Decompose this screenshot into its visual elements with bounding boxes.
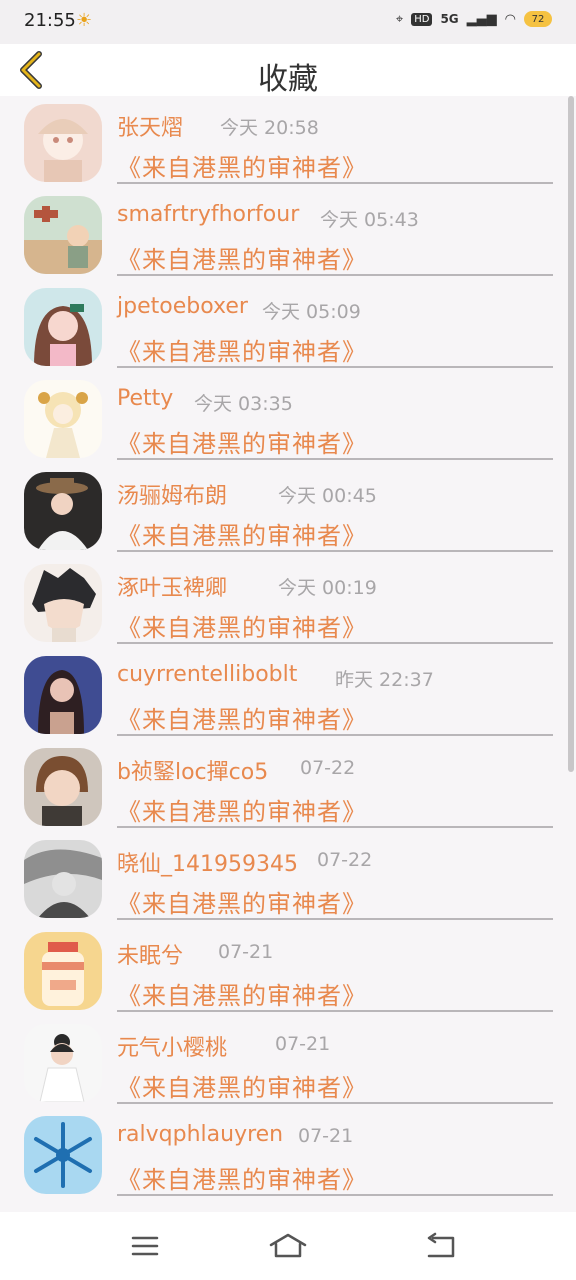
list-item[interactable]: cuyrrentelliboblt 昨天 22:37 《来自港黑的审神者》	[0, 652, 576, 744]
item-message[interactable]: 《来自港黑的审神者》	[117, 700, 367, 735]
divider	[117, 734, 553, 736]
item-time: 今天 20:58	[220, 117, 319, 139]
avatar[interactable]	[24, 196, 102, 274]
avatar[interactable]	[24, 656, 102, 734]
divider	[117, 1194, 553, 1196]
list-item[interactable]: Petty 今天 03:35 《来自港黑的审神者》	[0, 376, 576, 468]
item-time: 今天 00:19	[278, 577, 377, 599]
item-message[interactable]: 《来自港黑的审神者》	[117, 976, 367, 1011]
item-time: 今天 05:09	[262, 301, 361, 323]
item-name[interactable]: 晓仙_141959345	[117, 846, 298, 878]
item-message[interactable]: 《来自港黑的审神者》	[117, 792, 367, 827]
item-name[interactable]: 涿叶玉裨卿	[117, 570, 227, 602]
item-time: 07-21	[298, 1125, 354, 1147]
item-name[interactable]: jpetoeboxer	[117, 294, 248, 319]
list-item[interactable]: 张天熠 今天 20:58 《来自港黑的审神者》	[0, 100, 576, 192]
weather-sun-icon: ☀	[76, 10, 93, 31]
avatar[interactable]	[24, 288, 102, 366]
status-bar: 21:55 ☀ ⌖ HD 5G ▂▄▆ ◠ 72	[0, 0, 576, 44]
network-label: 5G	[440, 12, 459, 26]
divider	[117, 1102, 553, 1104]
avatar[interactable]	[24, 564, 102, 642]
item-time: 07-22	[300, 757, 356, 779]
divider	[117, 366, 553, 368]
item-name[interactable]: 张天熠	[117, 110, 183, 142]
home-icon	[269, 1233, 307, 1258]
item-name[interactable]: b祯鋻loc撣co5	[117, 754, 268, 786]
avatar[interactable]	[24, 472, 102, 550]
list-item[interactable]: 未眠兮 07-21 《来自港黑的审神者》	[0, 928, 576, 1020]
item-time: 昨天 22:37	[335, 669, 434, 691]
item-time: 07-22	[317, 849, 373, 871]
list-item[interactable]: smafrtryfhorfour 今天 05:43 《来自港黑的审神者》	[0, 192, 576, 284]
list-item[interactable]: ralvqphlauyren 07-21 《来自港黑的审神者》	[0, 1112, 576, 1204]
divider	[117, 826, 553, 828]
status-icons: ⌖ HD 5G ▂▄▆ ◠ 72	[396, 11, 552, 27]
item-time: 07-21	[218, 941, 274, 963]
item-message[interactable]: 《来自港黑的审神者》	[117, 608, 367, 643]
item-message[interactable]: 《来自港黑的审神者》	[117, 1160, 367, 1195]
divider	[117, 642, 553, 644]
list-item[interactable]: 汤骊姆布朗 今天 00:45 《来自港黑的审神者》	[0, 468, 576, 560]
item-message[interactable]: 《来自港黑的审神者》	[117, 424, 367, 459]
item-name[interactable]: 元气小樱桃	[117, 1030, 227, 1062]
signal-icon: ▂▄▆	[466, 11, 497, 27]
scrollbar[interactable]	[568, 96, 574, 772]
item-message[interactable]: 《来自港黑的审神者》	[117, 884, 367, 919]
divider	[117, 458, 553, 460]
home-button[interactable]	[268, 1226, 308, 1266]
item-time: 今天 05:43	[320, 209, 419, 231]
system-nav-bar	[0, 1212, 576, 1280]
avatar[interactable]	[24, 380, 102, 458]
avatar[interactable]	[24, 1024, 102, 1102]
list-item[interactable]: 晓仙_141959345 07-22 《来自港黑的审神者》	[0, 836, 576, 928]
status-time: 21:55	[24, 10, 76, 31]
item-message[interactable]: 《来自港黑的审神者》	[117, 332, 367, 367]
return-icon	[427, 1232, 455, 1258]
item-message[interactable]: 《来自港黑的审神者》	[117, 1068, 367, 1103]
item-name[interactable]: smafrtryfhorfour	[117, 202, 299, 227]
item-time: 今天 00:45	[278, 485, 377, 507]
divider	[117, 182, 553, 184]
avatar[interactable]	[24, 748, 102, 826]
divider	[117, 918, 553, 920]
item-time: 07-21	[275, 1033, 331, 1055]
battery-icon: 72	[524, 11, 552, 27]
avatar[interactable]	[24, 840, 102, 918]
favorites-list: 张天熠 今天 20:58 《来自港黑的审神者》 smafrtryfhorfour…	[0, 96, 576, 1212]
list-item[interactable]: b祯鋻loc撣co5 07-22 《来自港黑的审神者》	[0, 744, 576, 836]
item-name[interactable]: 汤骊姆布朗	[117, 478, 227, 510]
item-name[interactable]: cuyrrentelliboblt	[117, 662, 297, 687]
divider	[117, 550, 553, 552]
wifi-icon: ◠	[504, 11, 516, 27]
avatar[interactable]	[24, 104, 102, 182]
list-item[interactable]: jpetoeboxer 今天 05:09 《来自港黑的审神者》	[0, 284, 576, 376]
item-name[interactable]: ralvqphlauyren	[117, 1122, 283, 1147]
hd-badge: HD	[411, 12, 433, 26]
divider	[117, 1010, 553, 1012]
avatar[interactable]	[24, 932, 102, 1010]
list-item[interactable]: 元气小樱桃 07-21 《来自港黑的审神者》	[0, 1020, 576, 1112]
header: 收藏	[0, 44, 576, 97]
item-message[interactable]: 《来自港黑的审神者》	[117, 240, 367, 275]
item-name[interactable]: Petty	[117, 386, 173, 411]
back-nav-button[interactable]	[420, 1226, 460, 1266]
item-message[interactable]: 《来自港黑的审神者》	[117, 516, 367, 551]
item-time: 今天 03:35	[194, 393, 293, 415]
list-item[interactable]: 涿叶玉裨卿 今天 00:19 《来自港黑的审神者》	[0, 560, 576, 652]
divider	[117, 274, 553, 276]
avatar[interactable]	[24, 1116, 102, 1194]
menu-button[interactable]	[125, 1226, 165, 1266]
page-title: 收藏	[258, 62, 318, 97]
item-message[interactable]: 《来自港黑的审神者》	[117, 148, 367, 183]
location-icon: ⌖	[395, 11, 404, 27]
menu-icon	[131, 1236, 159, 1256]
item-name[interactable]: 未眠兮	[117, 938, 183, 970]
